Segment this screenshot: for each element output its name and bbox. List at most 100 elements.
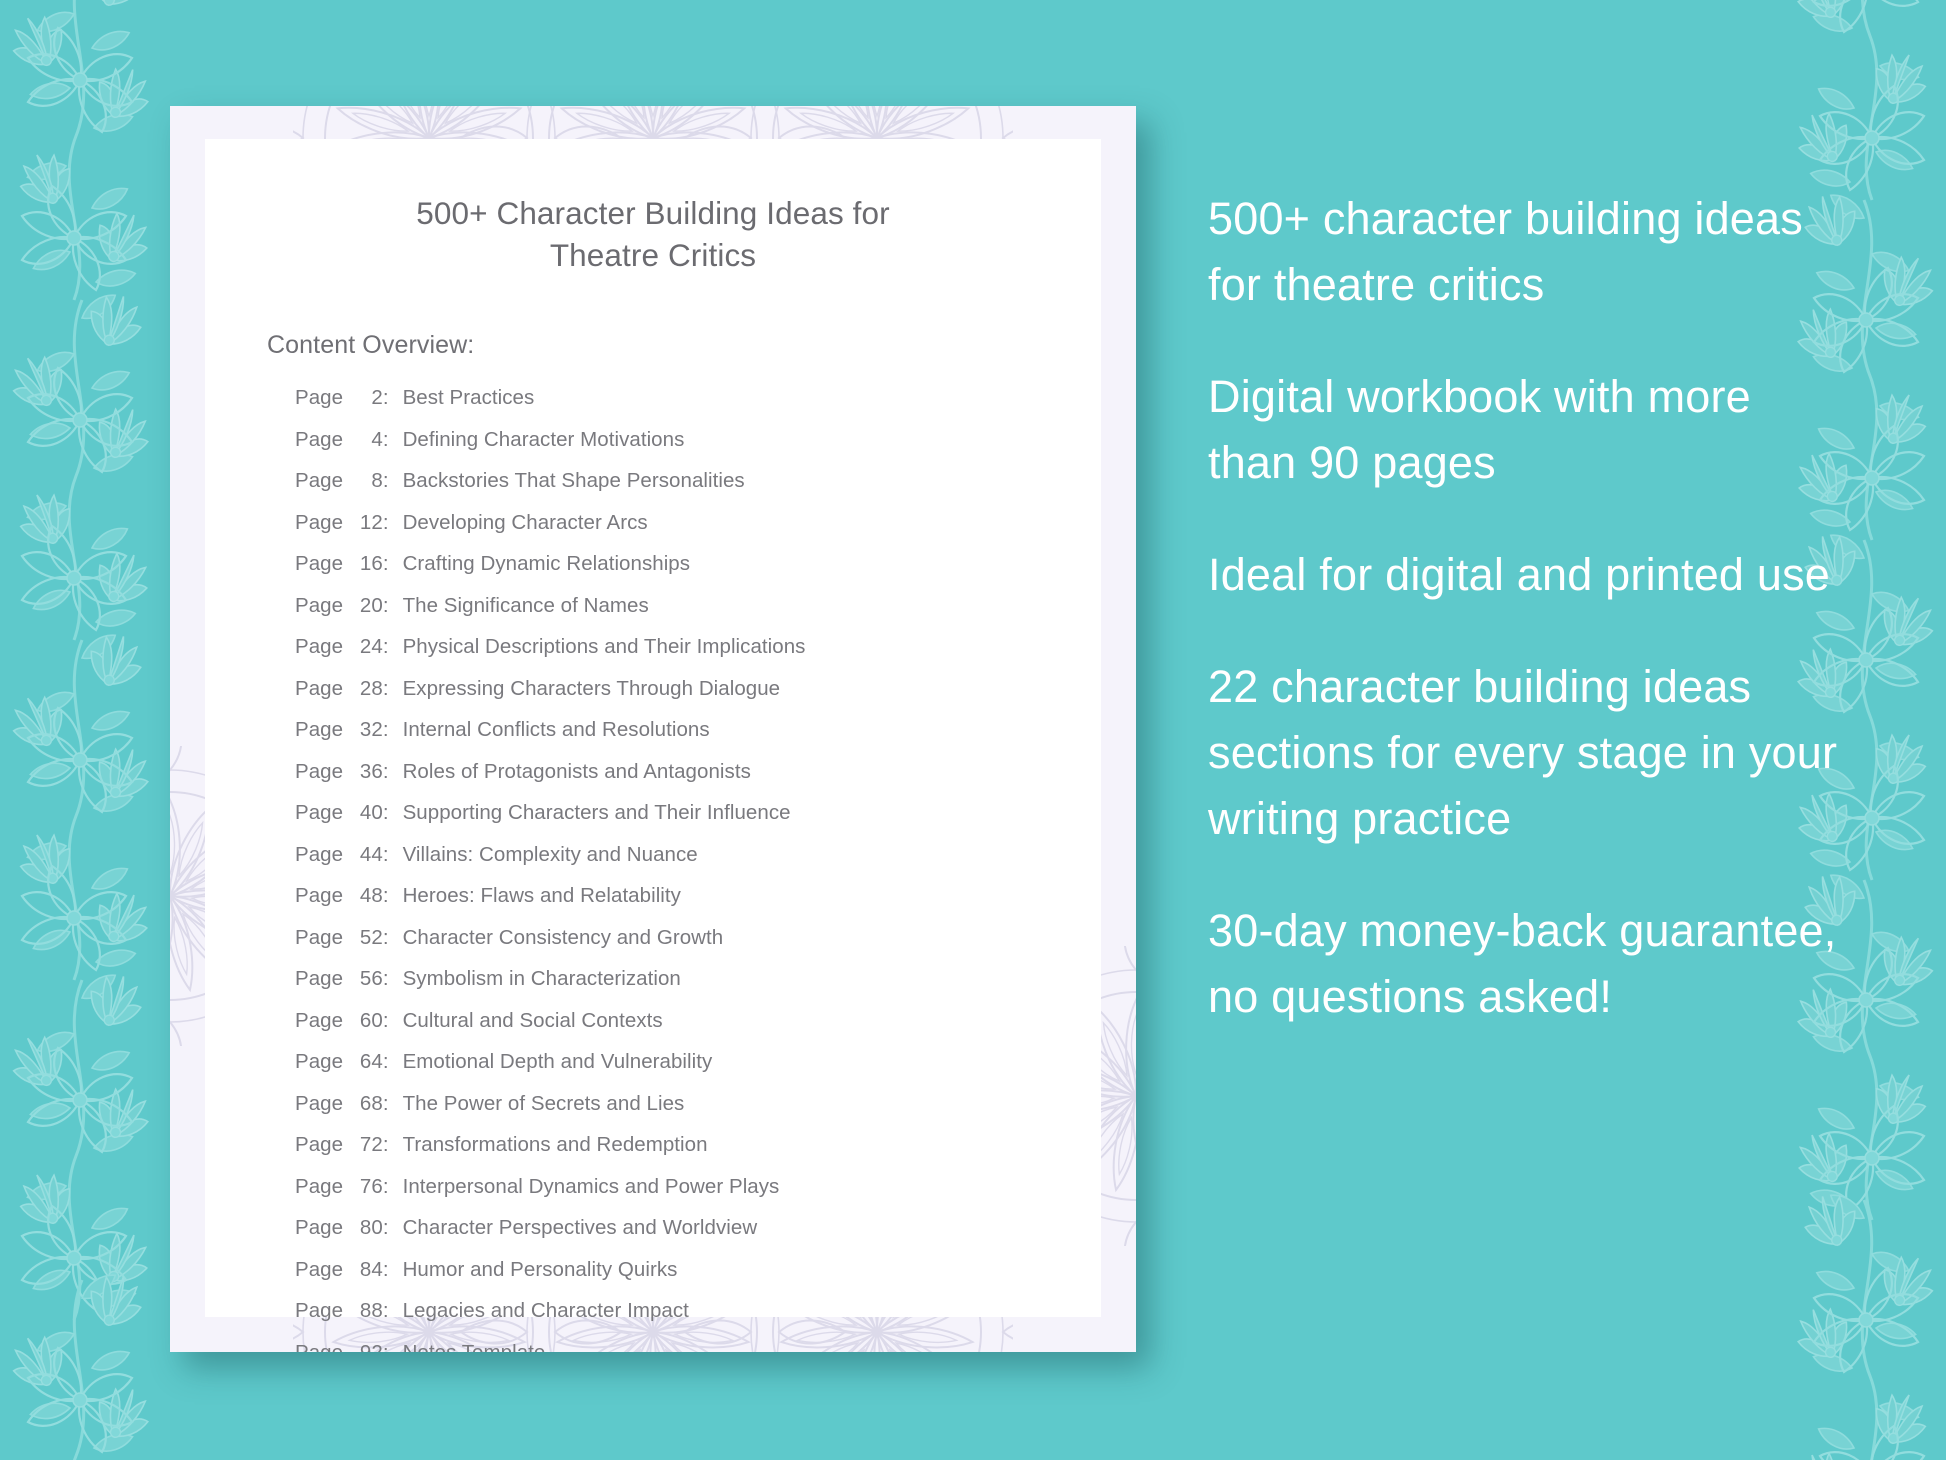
- toc-page-word: Page: [295, 1133, 349, 1156]
- toc-entry: Page 64: Emotional Depth and Vulnerabilit…: [205, 1050, 1101, 1092]
- toc-colon: :: [382, 1257, 389, 1281]
- toc-page-word: Page: [295, 676, 349, 700]
- toc-entry-title: Physical Descriptions and Their Implicat…: [402, 635, 806, 658]
- toc-entry-title: Defining Character Motivations: [402, 427, 685, 451]
- toc-colon: :: [382, 1340, 389, 1353]
- product-mockup-card: 500+ Character Building Ideas for Theatre…: [170, 106, 1136, 1352]
- toc-page-word: Page: [295, 386, 349, 409]
- toc-colon: :: [382, 552, 389, 575]
- toc-page-word: Page: [295, 510, 349, 534]
- toc-page-number: 44: [359, 842, 383, 866]
- toc-entry: Page 68: The Power of Secrets and Lies: [205, 1092, 1101, 1134]
- content-overview-heading: Content Overview:: [267, 331, 475, 359]
- toc-entry-title: Crafting Dynamic Relationships: [402, 552, 691, 575]
- toc-entry-title: Humor and Personality Quirks: [402, 1257, 678, 1281]
- page-title-line: Theatre Critics: [549, 237, 757, 273]
- toc-page-word: Page: [295, 1340, 349, 1353]
- toc-entry: Page 48: Heroes: Flaws and Relatability: [205, 884, 1101, 926]
- toc-entry: Page 40: Supporting Characters and Their …: [205, 801, 1101, 843]
- toc-colon: :: [382, 842, 389, 866]
- toc-entry: Page 20: The Significance of Names: [205, 594, 1101, 636]
- toc-page-word: Page: [295, 427, 349, 451]
- toc-colon: :: [382, 469, 389, 492]
- marketing-paragraph: Ideal for digital and printed use: [1208, 549, 1831, 600]
- toc-colon: :: [382, 884, 389, 907]
- toc-entry: Page 92: Notes Template: [205, 1341, 1101, 1353]
- toc-entry-title: Interpersonal Dynamics and Power Plays: [402, 1174, 780, 1198]
- toc-entry-title: Transformations and Redemption: [402, 1133, 708, 1156]
- toc-colon: :: [382, 1091, 389, 1115]
- toc-page-word: Page: [295, 1299, 349, 1322]
- toc-page-word: Page: [295, 967, 349, 990]
- toc-page-number: 80: [359, 1216, 383, 1239]
- marketing-paragraph: Digital workbook with more than 90 pages: [1208, 371, 1751, 488]
- marketing-bullet-column: 500+ character building ideas for theatr…: [1208, 186, 1848, 1030]
- toc-page-number: 32: [359, 718, 383, 741]
- toc-entry-title: The Power of Secrets and Lies: [402, 1091, 685, 1115]
- toc-colon: :: [382, 386, 389, 409]
- toc-entry: Page 88: Legacies and Character Impact: [205, 1299, 1101, 1341]
- toc-page-number: 2: [371, 386, 383, 409]
- toc-entry-title: The Significance of Names: [402, 593, 649, 617]
- toc-colon: :: [382, 759, 389, 783]
- toc-colon: :: [382, 510, 389, 534]
- toc-page-number: 88: [359, 1299, 383, 1322]
- toc-colon: :: [382, 967, 389, 990]
- toc-colon: :: [382, 1008, 389, 1032]
- toc-page-number: 76: [359, 1174, 383, 1198]
- toc-page-word: Page: [295, 1008, 349, 1032]
- toc-colon: :: [382, 801, 389, 824]
- toc-page-number: 24: [359, 635, 383, 658]
- toc-entry-title: Legacies and Character Impact: [402, 1299, 689, 1322]
- toc-entry-title: Emotional Depth and Vulnerability: [402, 1050, 713, 1073]
- toc-entry-title: Roles of Protagonists and Antagonists: [402, 759, 751, 783]
- toc-entry: Page 2: Best Practices: [205, 386, 1101, 428]
- toc-page-number: 56: [359, 967, 383, 990]
- toc-entry: Page 4: Defining Character Motivations: [205, 428, 1101, 470]
- page-title: 500+ Character Building Ideas for Theatre…: [205, 139, 1101, 276]
- toc-page-word: Page: [295, 842, 349, 866]
- toc-page-number: 64: [359, 1050, 383, 1073]
- workbook-page-sheet: 500+ Character Building Ideas for Theatre…: [205, 139, 1101, 1352]
- toc-entry-title: Character Perspectives and Worldview: [402, 1216, 758, 1239]
- toc-page-number: 28: [359, 676, 383, 700]
- toc-entry-title: Cultural and Social Contexts: [402, 1008, 663, 1032]
- toc-entry: Page 84: Humor and Personality Quirks: [205, 1258, 1101, 1300]
- floral-vine-left-icon: [0, 0, 176, 1460]
- toc-page-number: 52: [359, 925, 383, 949]
- marketing-paragraph: 500+ character building ideas for theatr…: [1208, 193, 1803, 310]
- toc-page-word: Page: [295, 1216, 349, 1239]
- toc-colon: :: [382, 1050, 389, 1073]
- toc-entry: Page 76: Interpersonal Dynamics and Power…: [205, 1175, 1101, 1217]
- toc-entry: Page 80: Character Perspectives and World…: [205, 1216, 1101, 1258]
- marketing-paragraph: 22 character building ideas sections for…: [1208, 661, 1838, 844]
- toc-page-number: 16: [359, 552, 383, 575]
- toc-colon: :: [382, 1216, 389, 1239]
- toc-entry: Page 36: Roles of Protagonists and Antago…: [205, 760, 1101, 802]
- toc-entry: Page 56: Symbolism in Characterization: [205, 967, 1101, 1009]
- toc-entry-title: Supporting Characters and Their Influenc…: [402, 801, 791, 824]
- toc-page-word: Page: [295, 469, 349, 492]
- toc-page-word: Page: [295, 593, 349, 617]
- toc-page-number: 12: [359, 510, 383, 534]
- toc-page-word: Page: [295, 884, 349, 907]
- toc-page-number: 48: [359, 884, 383, 907]
- toc-entry: Page 8: Backstories That Shape Personalit…: [205, 469, 1101, 511]
- toc-page-word: Page: [295, 635, 349, 658]
- toc-page-word: Page: [295, 1050, 349, 1073]
- toc-entry: Page 44: Villains: Complexity and Nuance: [205, 843, 1101, 885]
- toc-entry: Page 16: Crafting Dynamic Relationships: [205, 552, 1101, 594]
- toc-entry: Page 28: Expressing Characters Through Di…: [205, 677, 1101, 719]
- toc-colon: :: [382, 1174, 389, 1198]
- toc-page-number: 68: [359, 1091, 383, 1115]
- toc-entry: Page 52: Character Consistency and Growth: [205, 926, 1101, 968]
- marketing-paragraph: 30-day money-back guarantee, no question…: [1208, 905, 1837, 1022]
- toc-page-number: 40: [359, 801, 383, 824]
- toc-page-word: Page: [295, 552, 349, 575]
- toc-page-number: 72: [359, 1133, 383, 1156]
- toc-page-word: Page: [295, 1091, 349, 1115]
- toc-entry-title: Notes Template: [402, 1340, 546, 1353]
- toc-entry: Page 24: Physical Descriptions and Their …: [205, 635, 1101, 677]
- toc-page-word: Page: [295, 759, 349, 783]
- toc-entry-title: Character Consistency and Growth: [402, 925, 724, 949]
